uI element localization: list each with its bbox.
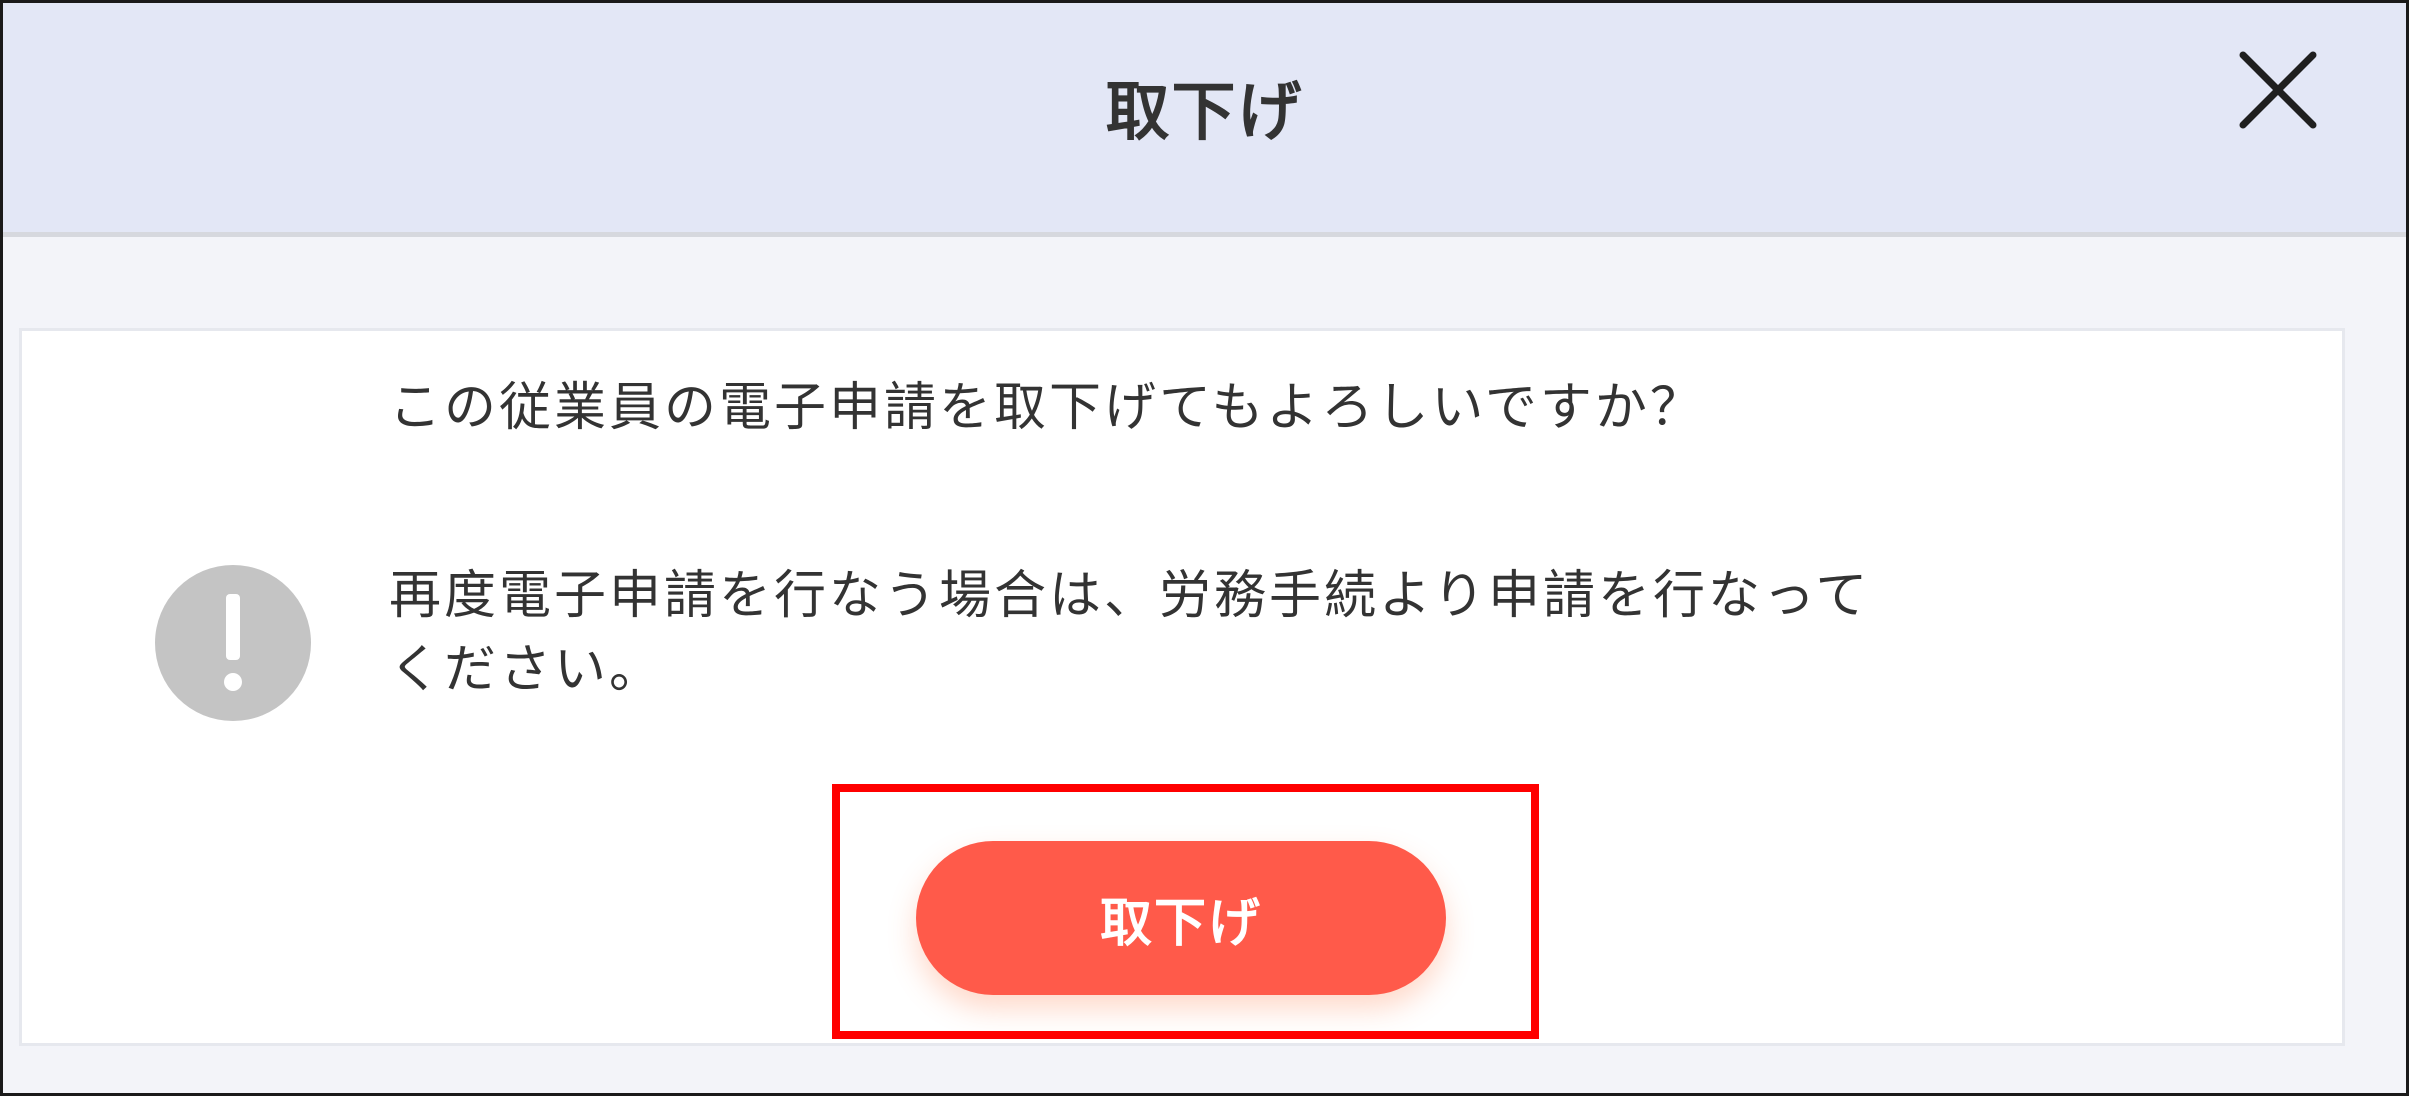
dialog-title: 取下げ [1105, 76, 1304, 150]
withdraw-dialog: 取下げ この従業員の電子申請を取下げてもよろしいですか？ 再度電子申請を行なう場… [0, 0, 2409, 1096]
withdraw-button[interactable]: 取下げ [916, 841, 1446, 995]
dialog-header: 取下げ [3, 3, 2406, 237]
close-icon[interactable] [2233, 45, 2323, 135]
exclamation-circle-icon [154, 564, 312, 722]
instruction-message: 再度電子申請を行なう場合は、労務手続より申請を行なって ください。 [389, 566, 1871, 700]
confirm-message: この従業員の電子申請を取下げてもよろしいですか？ [389, 378, 1705, 438]
